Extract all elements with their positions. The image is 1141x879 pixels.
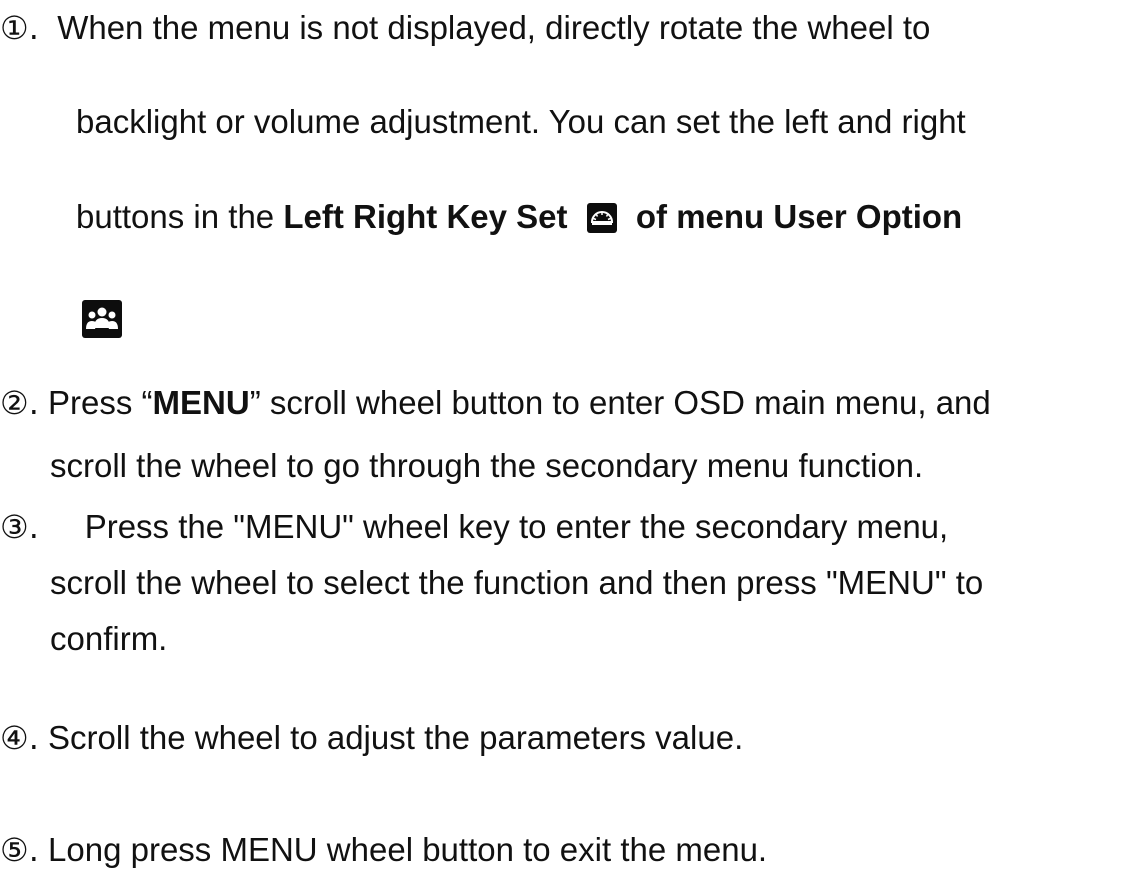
step-1-text-1: When the menu is not displayed, directly… [57, 9, 931, 46]
step-3-line-3: confirm. [50, 619, 167, 659]
step-2-marker: ②. [0, 384, 39, 422]
step-1-line-3: buttons in the Left Right Key Set of men… [76, 197, 962, 237]
step-5-marker: ⑤. [0, 831, 39, 869]
step-1-line-1: ①. When the menu is not displayed, direc… [0, 8, 930, 48]
step-2-text-1-prefix: Press “ [48, 384, 153, 421]
dial-gauge-icon [586, 203, 617, 233]
step-2-line-1: ②. Press “MENU” scroll wheel button to e… [0, 383, 991, 423]
step-3-line-1: ③. Press the "MENU" wheel key to enter t… [0, 507, 948, 547]
step-5-text-1: Long press MENU wheel button to exit the… [48, 831, 768, 868]
step-4-marker: ④. [0, 719, 39, 757]
step-4-text-1: Scroll the wheel to adjust the parameter… [48, 719, 744, 756]
step-1-text-2: backlight or volume adjustment. You can … [76, 103, 966, 140]
step-3-line-2: scroll the wheel to select the function … [50, 563, 983, 603]
step-5-line-1: ⑤. Long press MENU wheel button to exit … [0, 830, 767, 870]
menu-keyword: MENU [152, 384, 250, 421]
step-3-text-3: confirm. [50, 620, 168, 657]
step-2-text-1-suffix: ” scroll wheel button to enter OSD main … [249, 384, 991, 421]
step-3-text-2: scroll the wheel to select the function … [50, 564, 984, 601]
step-2-text-2: scroll the wheel to go through the secon… [50, 447, 924, 484]
step-4-line-1: ④. Scroll the wheel to adjust the parame… [0, 718, 743, 758]
step-1-text-3-prefix: buttons in the [76, 198, 284, 235]
step-1-marker: ①. [0, 9, 39, 47]
users-group-icon [82, 300, 122, 338]
step-3-text-1: Press the "MENU" wheel key to enter the … [84, 508, 949, 545]
user-option-label: of menu User Option [635, 198, 963, 235]
step-2-line-2: scroll the wheel to go through the secon… [50, 446, 923, 486]
step-1-line-2: backlight or volume adjustment. You can … [76, 102, 966, 142]
left-right-key-set-label: Left Right Key Set [283, 198, 568, 235]
step-3-marker: ③. [0, 508, 39, 546]
